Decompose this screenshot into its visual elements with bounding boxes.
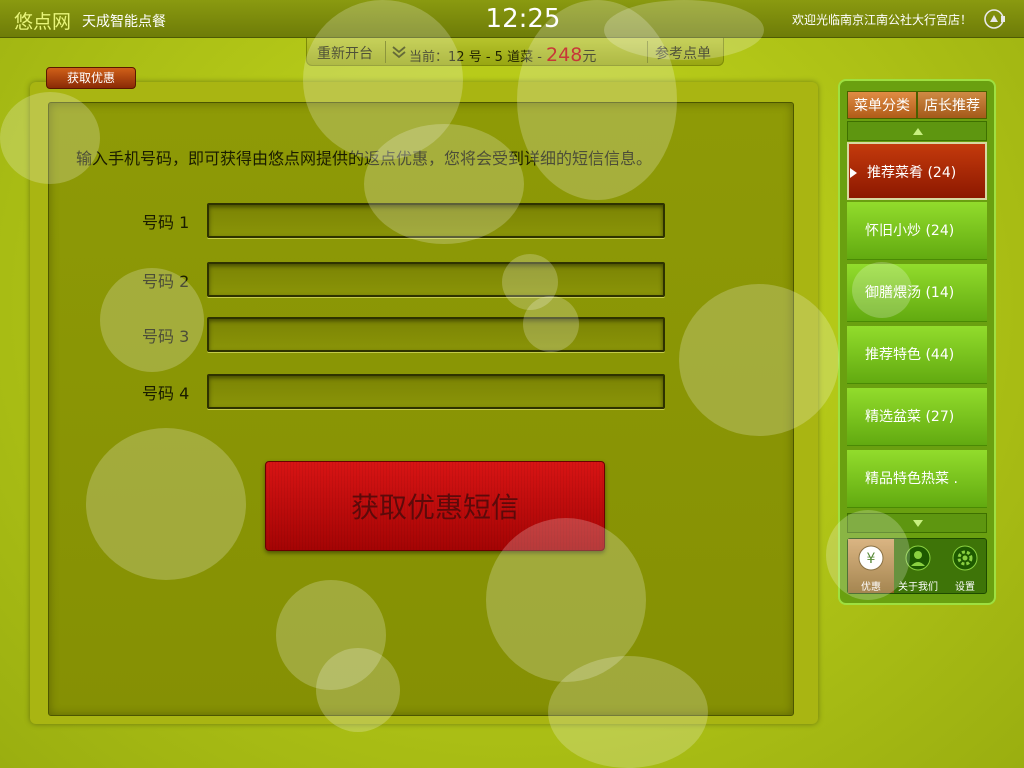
category-item-selected-pot-dishes[interactable]: 精选盆菜 (27) <box>847 388 987 446</box>
bottom-nav: ¥ 优惠 关于我们 设置 <box>847 538 987 594</box>
welcome-message: 欢迎光临南京江南公社大行宫店！ <box>792 13 973 27</box>
phone-input-4[interactable] <box>207 374 665 409</box>
arrow-up-icon <box>913 128 923 135</box>
category-item-hot-specials[interactable]: 精品特色热菜 . <box>847 450 987 508</box>
app-subtitle: 天成智能点餐 <box>82 14 166 30</box>
phone-label-3: 号码 3 <box>142 327 190 346</box>
category-item-recommended-specials[interactable]: 推荐特色 (44) <box>847 326 987 384</box>
table-number: 12 号 <box>448 50 482 65</box>
phone-input-1[interactable] <box>207 203 665 238</box>
order-price: 248 <box>546 44 583 66</box>
nav-discount[interactable]: ¥ 优惠 <box>848 539 894 593</box>
reset-table-button[interactable]: 重新开台 <box>317 43 373 63</box>
scroll-down-button[interactable] <box>847 513 987 533</box>
nav-about-us[interactable]: 关于我们 <box>895 539 941 593</box>
category-label: 精品特色热菜 . <box>865 471 958 487</box>
category-item-nostalgic-stirfry[interactable]: 怀旧小炒 (24) <box>847 202 987 260</box>
play-indicator-icon <box>850 168 857 178</box>
svg-text:¥: ¥ <box>867 551 876 567</box>
instruction-text: 输入手机号码，即可获得由悠点网提供的返点优惠，您将会受到详细的短信信息。 <box>76 149 653 168</box>
chevron-down-icon[interactable] <box>391 45 407 59</box>
separator-dash: - <box>481 50 495 65</box>
currency-unit: 元 <box>582 49 597 65</box>
scroll-up-button[interactable] <box>847 121 987 141</box>
yen-coin-icon: ¥ <box>858 545 884 571</box>
category-label: 推荐菜肴 (24) <box>867 165 957 181</box>
app-logo: 悠点网 <box>14 11 72 33</box>
phone-label-1: 号码 1 <box>142 213 190 232</box>
phone-input-3[interactable] <box>207 317 665 352</box>
nav-label: 优惠 <box>861 582 881 593</box>
service-bell-icon[interactable] <box>983 8 1007 30</box>
phone-label-2: 号码 2 <box>142 272 190 291</box>
tab-menu-categories[interactable]: 菜单分类 <box>847 91 917 119</box>
sidebar-tabs: 菜单分类 店长推荐 <box>847 91 987 119</box>
divider <box>647 41 648 63</box>
arrow-down-icon <box>913 520 923 527</box>
divider <box>385 41 386 63</box>
category-item-recommended-dishes[interactable]: 推荐菜肴 (24) <box>847 142 987 200</box>
gear-icon <box>952 545 978 571</box>
nav-settings[interactable]: 设置 <box>942 539 988 593</box>
category-label: 推荐特色 (44) <box>865 347 955 363</box>
nav-label: 设置 <box>955 582 975 593</box>
discount-form-panel <box>48 102 794 716</box>
get-discount-sms-button[interactable]: 获取优惠短信 <box>265 461 605 551</box>
top-bar: 悠点网 天成智能点餐 12:25 欢迎光临南京江南公社大行宫店！ <box>0 0 1024 38</box>
current-order-summary: 当前：12 号 - 5 道菜 - 248元 <box>409 44 596 66</box>
category-item-imperial-soup[interactable]: 御膳煨汤 (14) <box>847 264 987 322</box>
nav-label: 关于我们 <box>898 582 938 593</box>
separator-dash: - <box>533 50 547 65</box>
category-label: 御膳煨汤 (14) <box>865 285 955 301</box>
user-icon <box>905 545 931 571</box>
tab-manager-recommendations[interactable]: 店长推荐 <box>917 91 987 119</box>
category-list: 推荐菜肴 (24) 怀旧小炒 (24) 御膳煨汤 (14) 推荐特色 (44) … <box>847 142 987 510</box>
order-bar: 重新开台 当前：12 号 - 5 道菜 - 248元 参考点单 <box>306 38 724 66</box>
phone-input-2[interactable] <box>207 262 665 297</box>
category-label: 精选盆菜 (27) <box>865 409 955 425</box>
tab-get-discount[interactable]: 获取优惠 <box>46 67 136 89</box>
category-label: 怀旧小炒 (24) <box>865 223 955 239</box>
reference-menu-button[interactable]: 参考点单 <box>655 43 711 63</box>
dish-count: 5 道菜 <box>494 50 534 65</box>
current-prefix: 当前： <box>409 50 449 65</box>
clock: 12:25 <box>485 4 561 34</box>
phone-label-4: 号码 4 <box>142 384 190 403</box>
